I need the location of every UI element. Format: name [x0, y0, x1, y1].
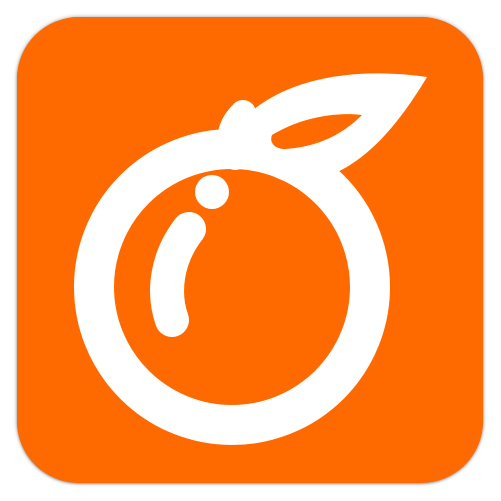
fruit-shine-dot [195, 175, 229, 209]
screenshot-canvas [0, 0, 501, 501]
orange-fruit-icon [17, 17, 483, 483]
app-icon-tile[interactable] [17, 17, 483, 483]
fruit-stem [217, 100, 256, 170]
